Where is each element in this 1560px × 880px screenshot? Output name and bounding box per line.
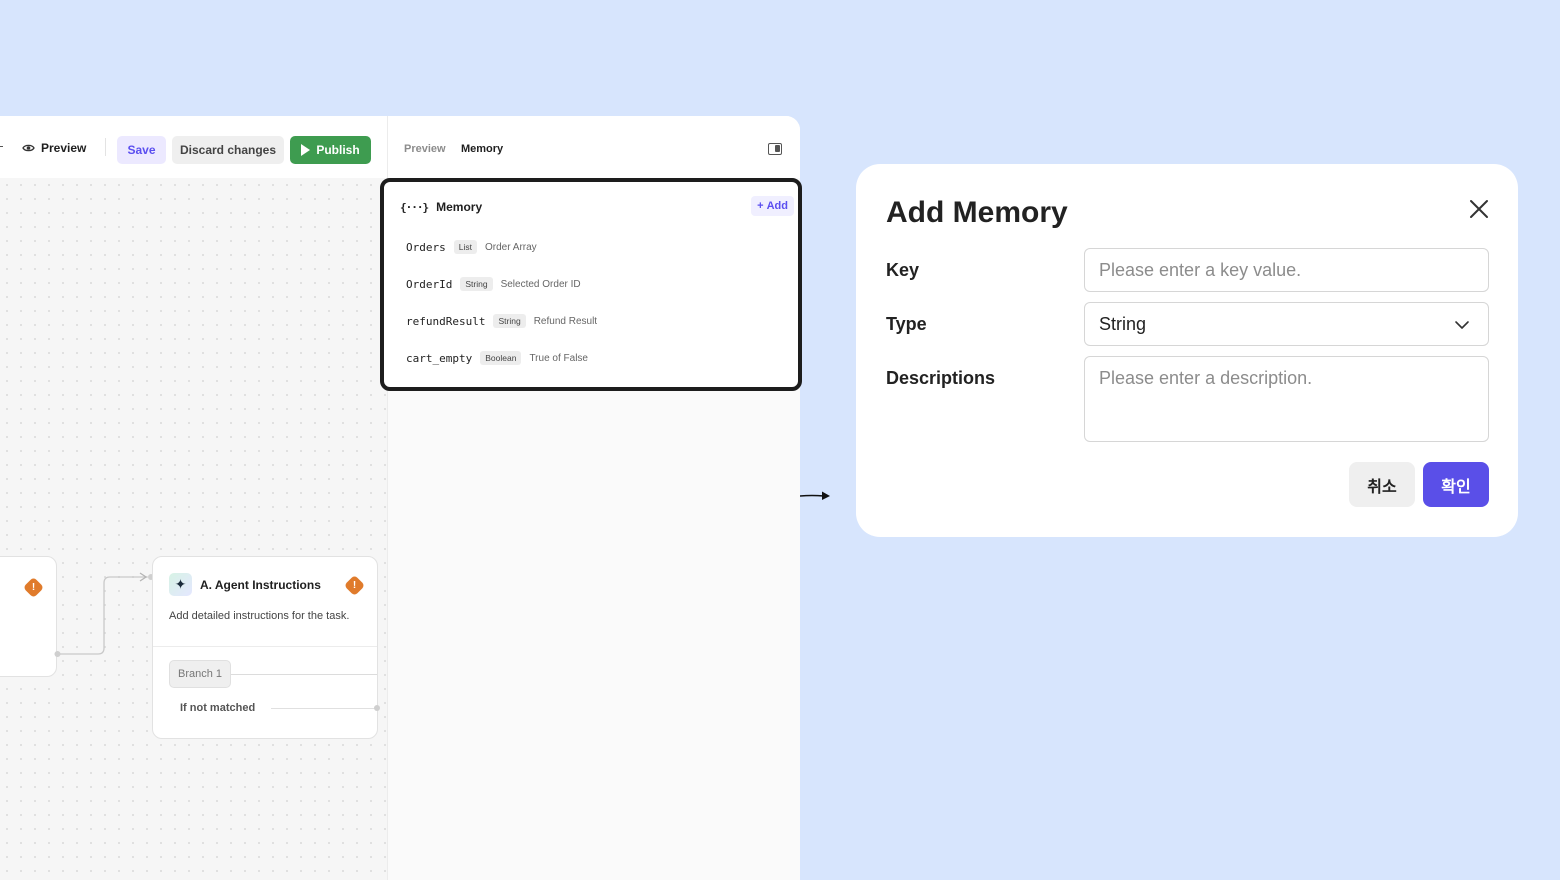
sparkle-icon: ✦ xyxy=(169,573,192,596)
node-description: Add detailed instructions for the task. xyxy=(169,610,350,622)
flow-canvas[interactable] xyxy=(0,178,387,880)
memory-key: OrderId xyxy=(406,277,453,291)
key-label: Key xyxy=(886,260,920,280)
memory-item[interactable]: Orders List Order Array xyxy=(406,240,537,254)
descriptions-label: Descriptions xyxy=(886,368,996,388)
arrow-right-icon xyxy=(800,491,830,500)
agent-instructions-node[interactable]: ✦ A. Agent Instructions ! Add detailed i… xyxy=(152,556,381,739)
braces-icon: {···} xyxy=(400,200,429,214)
key-input[interactable] xyxy=(1084,248,1489,292)
tab-preview[interactable]: Preview xyxy=(404,143,446,155)
fallback-line xyxy=(271,708,377,709)
memory-card: {···} Memory + Add Orders List Order Arr… xyxy=(380,178,802,391)
preview-button-label: Preview xyxy=(41,141,87,155)
editor-toolbar: Preview Save Discard changes Publish xyxy=(0,116,387,178)
memory-item[interactable]: cart_empty Boolean True of False xyxy=(406,351,588,365)
type-select[interactable]: String xyxy=(1084,302,1489,346)
branch-chip[interactable]: Branch 1 xyxy=(169,660,232,688)
memory-type-badge: Boolean xyxy=(480,351,522,365)
side-panel-header: Preview Memory xyxy=(388,116,800,178)
confirm-button[interactable]: 확인 xyxy=(1423,462,1489,507)
publish-button-label: Publish xyxy=(316,143,360,157)
flow-node-previous[interactable]: ! xyxy=(0,556,57,677)
node-divider xyxy=(153,646,377,647)
branch-line xyxy=(231,674,377,675)
plus-icon: + xyxy=(757,200,764,212)
memory-type-badge: String xyxy=(493,314,526,328)
toolbar-separator xyxy=(105,138,106,156)
toolbar-divider xyxy=(0,146,3,147)
description-textarea[interactable] xyxy=(1084,356,1489,442)
fallback-branch-label: If not matched xyxy=(180,702,256,714)
memory-description: Selected Order ID xyxy=(500,278,581,290)
add-memory-modal: Add Memory Key Type String Descriptions … xyxy=(856,164,1518,537)
warning-icon: ! xyxy=(343,574,366,597)
close-icon[interactable] xyxy=(1468,198,1490,220)
memory-type-badge: String xyxy=(460,277,493,291)
eye-icon xyxy=(22,144,35,152)
discard-changes-button[interactable]: Discard changes xyxy=(172,136,284,164)
tab-memory[interactable]: Memory xyxy=(461,143,503,155)
memory-title: Memory xyxy=(436,200,483,214)
memory-item[interactable]: OrderId String Selected Order ID xyxy=(406,277,581,291)
fallback-output-port[interactable] xyxy=(373,704,381,712)
modal-title: Add Memory xyxy=(886,196,1068,229)
memory-item[interactable]: refundResult String Refund Result xyxy=(406,314,597,328)
chevron-down-icon xyxy=(1455,321,1469,329)
memory-header: {···} Memory xyxy=(400,200,482,214)
warning-icon: ! xyxy=(22,576,45,599)
flow-connector xyxy=(54,572,154,657)
add-memory-button[interactable]: + Add xyxy=(751,196,794,216)
type-label: Type xyxy=(886,314,927,334)
panel-layout-icon[interactable] xyxy=(768,143,782,155)
memory-type-badge: List xyxy=(453,240,477,254)
memory-description: Order Array xyxy=(484,241,537,253)
memory-description: True of False xyxy=(529,352,588,364)
preview-button[interactable]: Preview xyxy=(22,141,86,155)
play-icon xyxy=(301,144,311,156)
memory-key: refundResult xyxy=(406,314,486,328)
memory-key: Orders xyxy=(406,240,446,254)
type-select-value: String xyxy=(1099,313,1147,334)
node-title: A. Agent Instructions xyxy=(200,578,321,592)
save-button[interactable]: Save xyxy=(117,136,166,164)
cancel-button[interactable]: 취소 xyxy=(1349,462,1415,507)
add-memory-label: Add xyxy=(766,200,788,212)
memory-key: cart_empty xyxy=(406,351,473,365)
memory-description: Refund Result xyxy=(533,315,598,327)
publish-button[interactable]: Publish xyxy=(290,136,371,164)
